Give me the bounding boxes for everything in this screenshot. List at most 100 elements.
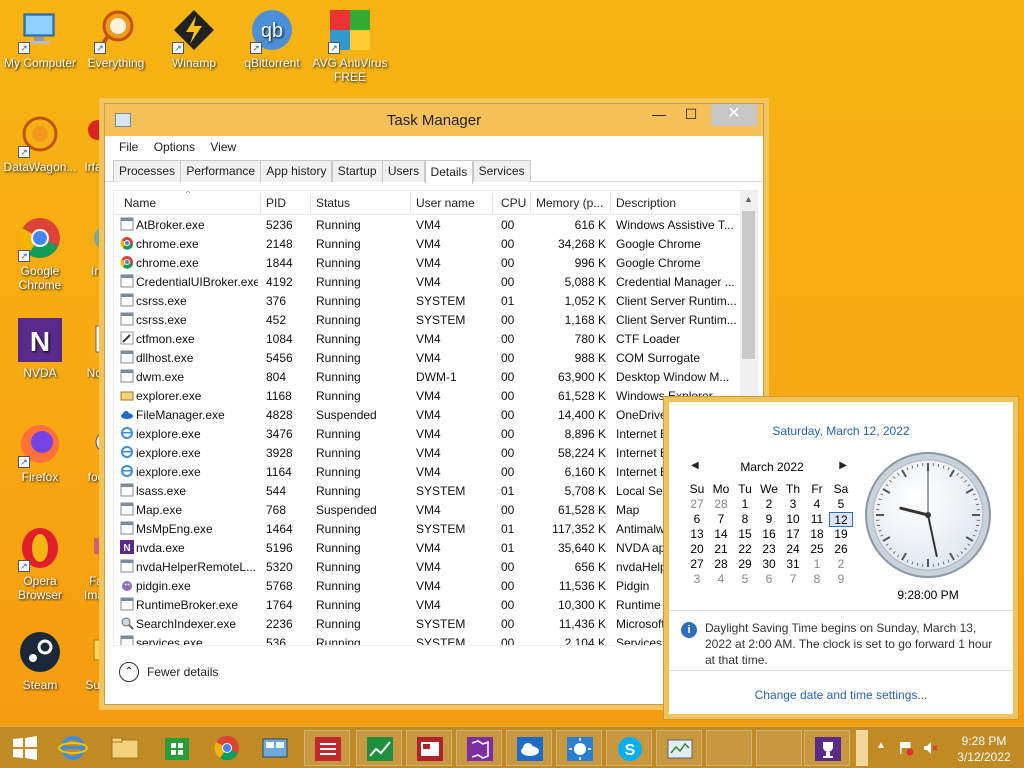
calendar-day[interactable]: 2 [829,557,853,572]
column-header-pid[interactable]: PID [266,196,286,210]
desktop-icon-nvda[interactable]: N NVDA [0,318,80,380]
notification-chevron-icon[interactable]: ▲ [876,740,890,768]
calendar-day[interactable]: 4 [709,572,733,587]
calendar-day[interactable]: 7 [781,572,805,587]
tab-users[interactable]: Users [381,160,426,182]
calendar-day[interactable]: 17 [781,527,805,542]
menu-options[interactable]: Options [148,136,201,154]
taskbar-task-manager[interactable] [656,730,702,766]
taskbar-chrome[interactable] [204,730,250,766]
calendar-day[interactable]: 1 [733,497,757,512]
title-bar[interactable]: Task Manager — ☐ ✕ [105,104,763,136]
maximize-button[interactable]: ☐ [677,104,705,126]
calendar-day[interactable]: 24 [781,542,805,557]
show-hidden-icons-button[interactable] [856,730,868,766]
calendar-day[interactable]: 1 [805,557,829,572]
calendar-day[interactable]: 5 [829,497,853,512]
taskbar-internet-explorer[interactable] [50,730,96,766]
table-row[interactable]: chrome.exe 1844 Running VM4 00 996 K Google Ch… [114,253,757,272]
column-header-name[interactable]: Name [124,196,156,210]
table-row[interactable]: ctfmon.exe 1084 Running VM4 00 780 K CTF Loade… [114,329,757,348]
tab-performance[interactable]: Performance [180,160,262,182]
column-header-user[interactable]: User name [416,196,475,210]
desktop-icon-qbittorrent[interactable]: qb ↗ qBittorrent [232,8,312,70]
calendar-day[interactable]: 26 [829,542,853,557]
desktop-icon-everything[interactable]: ↗ Everything [76,8,156,70]
calendar-day[interactable]: 8 [733,512,757,527]
next-month-icon[interactable]: ▶ [839,460,847,471]
table-row[interactable]: csrss.exe 452 Running SYSTEM 00 1,168 K Client… [114,310,757,329]
calendar-day[interactable]: 3 [685,572,709,587]
desktop-icon-firefox[interactable]: ↗ Firefox [0,422,80,484]
desktop-icon-my-computer[interactable]: ↗ My Computer [0,8,80,70]
calendar-day[interactable]: 6 [757,572,781,587]
taskbar-onedrive[interactable] [506,730,552,766]
calendar-day[interactable]: 29 [733,557,757,572]
tab-services[interactable]: Services [472,160,531,182]
table-row[interactable]: chrome.exe 2148 Running VM4 00 34,268 K Google… [114,234,757,253]
calendar-day[interactable]: 27 [685,557,709,572]
desktop-icon-opera[interactable]: ↗ Opera Browser [0,526,80,602]
calendar-day[interactable]: 27 [685,497,709,512]
taskbar-file-explorer[interactable] [102,730,148,766]
desktop-icon-winamp[interactable]: ↗ Winamp [154,8,234,70]
calendar-day[interactable]: 28 [709,497,733,512]
scrollbar-thumb[interactable] [742,211,755,359]
calendar-day[interactable]: 12 [829,512,853,527]
calendar-day[interactable]: 23 [757,542,781,557]
column-header-cpu[interactable]: CPU [501,196,526,210]
table-row[interactable]: services.exe 536 Running SYSTEM 00 2,104 K Ser… [114,633,757,645]
taskbar-app-news[interactable] [406,730,452,766]
taskbar-blank-app[interactable] [706,730,752,766]
calendar-day[interactable]: 3 [781,497,805,512]
calendar-day[interactable]: 6 [685,512,709,527]
calendar-day[interactable]: 19 [829,527,853,542]
calendar-day[interactable]: 15 [733,527,757,542]
table-row[interactable]: nvdaHelperRemoteL... 5320 Running VM4 00 656 … [114,557,757,576]
tab-details[interactable]: Details [424,160,474,184]
calendar-day[interactable]: 30 [757,557,781,572]
taskbar-blank-app[interactable] [756,730,802,766]
table-row[interactable]: CredentialUIBroker.exe 4192 Running VM4 00 5,… [114,272,757,291]
menu-view[interactable]: View [204,136,242,154]
table-row[interactable]: Map.exe 768 Suspended VM4 00 61,528 K Map [114,500,757,519]
table-row[interactable]: FileManager.exe 4828 Suspended VM4 00 14,400 … [114,405,757,424]
taskbar-app-maps[interactable] [456,730,502,766]
taskbar-clock[interactable]: 9:28 PM 3/12/2022 [954,733,1014,765]
taskbar-control-panel[interactable] [252,730,298,766]
table-row[interactable]: MsMpEng.exe 1464 Running SYSTEM 01 117,352 KA… [114,519,757,538]
column-header-memory[interactable]: Memory (p... [536,196,603,210]
table-row[interactable]: pidgin.exe 5768 Running VM4 00 11,536 K Pidgin [114,576,757,595]
menu-file[interactable]: File [113,136,144,154]
desktop-icon-steam[interactable]: Steam [0,630,80,692]
close-button[interactable]: ✕ [711,104,757,126]
calendar-day[interactable]: 14 [709,527,733,542]
tab-startup[interactable]: Startup [331,160,383,182]
calendar-day[interactable]: 8 [805,572,829,587]
table-row[interactable]: dllhost.exe 5456 Running VM4 00 988 K COM Surr… [114,348,757,367]
table-row[interactable]: SearchIndexer.exe 2236 Running SYSTEM 00 11,4… [114,614,757,633]
table-row[interactable]: RuntimeBroker.exe 1764 Running VM4 00 10,300 … [114,595,757,614]
table-row[interactable]: iexplore.exe 1164 Running VM4 00 6,160 K Inter… [114,462,757,481]
taskbar-app-green[interactable] [356,730,402,766]
desktop-icon-avg[interactable]: ↗ AVG AntiVirus FREE [310,8,390,84]
taskbar-skype[interactable]: S [606,730,652,766]
table-row[interactable]: explorer.exe 1168 Running VM4 00 61,528 K Wind… [114,386,757,405]
tab-app-history[interactable]: App history [260,160,333,182]
calendar-day[interactable]: 9 [829,572,853,587]
desktop-icon-google-chrome[interactable]: ↗ Google Chrome [0,216,80,292]
column-header-status[interactable]: Status [316,196,350,210]
taskbar-app-red[interactable] [304,730,350,766]
taskbar-store[interactable] [154,730,200,766]
calendar-day[interactable]: 11 [805,512,829,527]
long-date[interactable]: Saturday, March 12, 2022 [669,424,1013,438]
calendar-day[interactable]: 31 [781,557,805,572]
table-row[interactable]: Nnvda.exe 5196 Running VM4 01 35,640 K NVDA ap… [114,538,757,557]
taskbar-app-trophy[interactable] [804,730,850,766]
column-header-description[interactable]: Description [616,196,676,210]
change-date-time-link[interactable]: Change date and time settings... [669,688,1013,702]
calendar-day[interactable]: 22 [733,542,757,557]
table-row[interactable]: csrss.exe 376 Running SYSTEM 01 1,052 K Client… [114,291,757,310]
scroll-up-arrow-icon[interactable]: ▲ [740,191,757,208]
calendar-day[interactable]: 9 [757,512,781,527]
